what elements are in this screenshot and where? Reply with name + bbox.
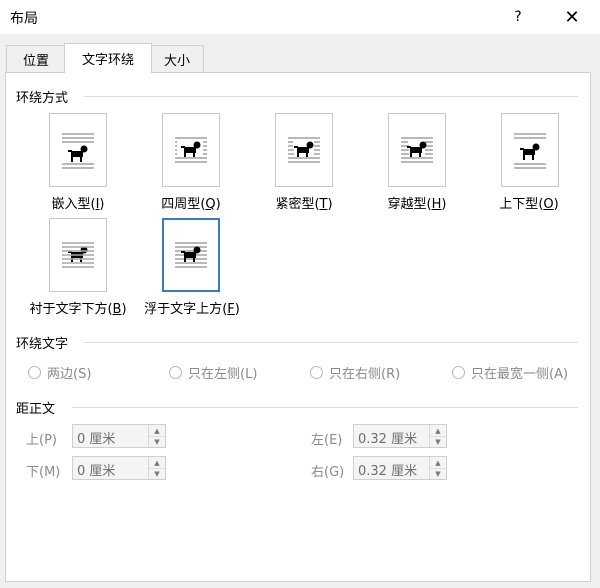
top-distance-value: 0 厘米 (77, 432, 116, 447)
tight-wrap-icon (288, 137, 320, 163)
distance-title: 距正文 (16, 402, 56, 417)
layout-dialog: 布局 ? ✕ 位置 文字环绕 大小 环绕方式 嵌入型(I) 四周型(Q) 紧密型… (0, 0, 600, 588)
wrap-both-sides-radio[interactable]: 两边(S) (28, 363, 91, 382)
top-distance-spinner[interactable]: 0 厘米 ▲ ▼ (72, 424, 166, 448)
tab-position[interactable]: 位置 (6, 45, 66, 72)
wrap-largest-side-radio[interactable]: 只在最宽一侧(A) (452, 363, 568, 382)
wrap-label-through: 穿越型(H) (387, 197, 447, 212)
radio-icon (28, 366, 41, 379)
bottom-distance-value: 0 厘米 (77, 464, 116, 479)
wrap-label-tight: 紧密型(T) (275, 197, 333, 212)
through-wrap-icon (401, 137, 433, 163)
spin-down-icon[interactable]: ▼ (149, 436, 165, 447)
section-divider (72, 407, 578, 408)
spin-down-icon[interactable]: ▼ (430, 436, 446, 447)
wrap-option-tight[interactable] (275, 113, 333, 187)
inline-wrap-icon (62, 133, 94, 169)
wrap-right-only-radio[interactable]: 只在右侧(R) (310, 363, 400, 382)
wrap-label-in-front-of-text: 浮于文字上方(F) (144, 302, 240, 317)
bottom-distance-label: 下(M) (26, 465, 61, 480)
wrap-option-in-front-of-text[interactable] (162, 218, 220, 292)
wrap-label-square: 四周型(Q) (161, 197, 221, 212)
left-distance-value: 0.32 厘米 (358, 432, 418, 447)
square-wrap-icon (175, 137, 207, 163)
tab-text-wrapping[interactable]: 文字环绕 (64, 43, 152, 73)
right-distance-label: 右(G) (311, 465, 345, 480)
title-bar: 布局 ? ✕ (0, 0, 600, 34)
wrap-label-inline: 嵌入型(I) (51, 197, 105, 212)
top-distance-label: 上(P) (26, 433, 57, 448)
close-icon: ✕ (564, 6, 580, 28)
wrap-left-only-radio[interactable]: 只在左侧(L) (169, 363, 257, 382)
wrap-text-title: 环绕文字 (16, 337, 69, 352)
bottom-distance-spinner[interactable]: 0 厘米 ▲ ▼ (72, 456, 166, 480)
tab-size[interactable]: 大小 (150, 45, 204, 72)
section-divider (84, 96, 578, 97)
wrap-option-behind-text[interactable] (49, 218, 107, 292)
dialog-title: 布局 (10, 11, 38, 27)
left-distance-spinner[interactable]: 0.32 厘米 ▲ ▼ (353, 424, 447, 448)
left-distance-label: 左(E) (311, 433, 343, 448)
in-front-of-text-icon (175, 242, 207, 268)
radio-icon (169, 366, 182, 379)
spin-down-icon[interactable]: ▼ (149, 468, 165, 479)
behind-text-icon (62, 242, 94, 268)
right-distance-spinner[interactable]: 0.32 厘米 ▲ ▼ (353, 456, 447, 480)
close-button[interactable]: ✕ (552, 0, 592, 34)
wrap-option-inline[interactable] (49, 113, 107, 187)
top-bottom-wrap-icon (514, 133, 546, 169)
spin-down-icon[interactable]: ▼ (430, 468, 446, 479)
help-button[interactable]: ? (498, 0, 538, 34)
wrap-label-top-bottom: 上下型(O) (499, 197, 559, 212)
tab-panel: 环绕方式 嵌入型(I) 四周型(Q) 紧密型(T) 穿越型(H) 上下型(O) … (5, 72, 591, 582)
wrap-style-title: 环绕方式 (16, 91, 69, 106)
right-distance-value: 0.32 厘米 (358, 464, 418, 479)
wrap-option-square[interactable] (162, 113, 220, 187)
help-icon: ? (514, 9, 522, 25)
wrap-option-through[interactable] (388, 113, 446, 187)
radio-icon (310, 366, 323, 379)
wrap-option-top-bottom[interactable] (501, 113, 559, 187)
radio-icon (452, 366, 465, 379)
wrap-label-behind-text: 衬于文字下方(B) (29, 302, 127, 317)
section-divider (84, 342, 578, 343)
